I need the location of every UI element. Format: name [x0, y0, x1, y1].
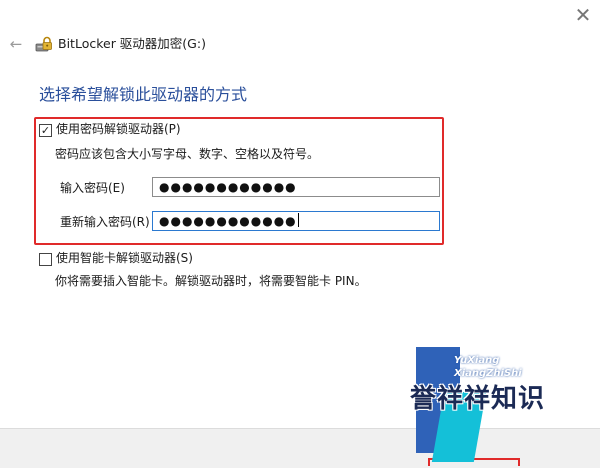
checkmark-icon: ✓: [40, 124, 51, 137]
back-arrow-icon: ←: [9, 35, 23, 53]
back-button[interactable]: ←: [8, 36, 24, 52]
reenter-password-label: 重新输入密码(R): [60, 215, 150, 229]
smartcard-unlock-checkbox[interactable]: [39, 253, 52, 266]
smartcard-unlock-label[interactable]: 使用智能卡解锁驱动器(S): [56, 251, 193, 266]
text-caret: [297, 213, 299, 227]
close-icon: ✕: [574, 3, 592, 27]
enter-password-label: 输入密码(E): [60, 181, 125, 195]
reenter-password-value: ●●●●●●●●●●●●: [159, 214, 297, 228]
bitlocker-drive-icon: [35, 35, 53, 53]
watermark-cn-text: 誉祥祥知识: [410, 384, 546, 414]
watermark-latin-line1: YuXiang: [454, 355, 500, 366]
enter-password-value: ●●●●●●●●●●●●: [159, 180, 297, 194]
password-hint: 密码应该包含大小写字母、数字、空格以及符号。: [55, 147, 320, 161]
reenter-password-input[interactable]: ●●●●●●●●●●●●: [152, 211, 440, 231]
page-heading: 选择希望解锁此驱动器的方式: [39, 85, 248, 104]
password-unlock-checkbox[interactable]: ✓: [39, 124, 52, 137]
enter-password-input[interactable]: ●●●●●●●●●●●●: [152, 177, 440, 197]
close-button[interactable]: ✕: [568, 2, 598, 28]
password-unlock-label[interactable]: 使用密码解锁驱动器(P): [56, 122, 181, 137]
smartcard-hint: 你将需要插入智能卡。解锁驱动器时，将需要智能卡 PIN。: [55, 274, 367, 288]
window-title: BitLocker 驱动器加密(G:): [58, 36, 206, 51]
watermark-latin-text: YuXiang XiangZhiShi: [454, 355, 522, 381]
watermark-latin-line2: XiangZhiShi: [454, 368, 522, 379]
